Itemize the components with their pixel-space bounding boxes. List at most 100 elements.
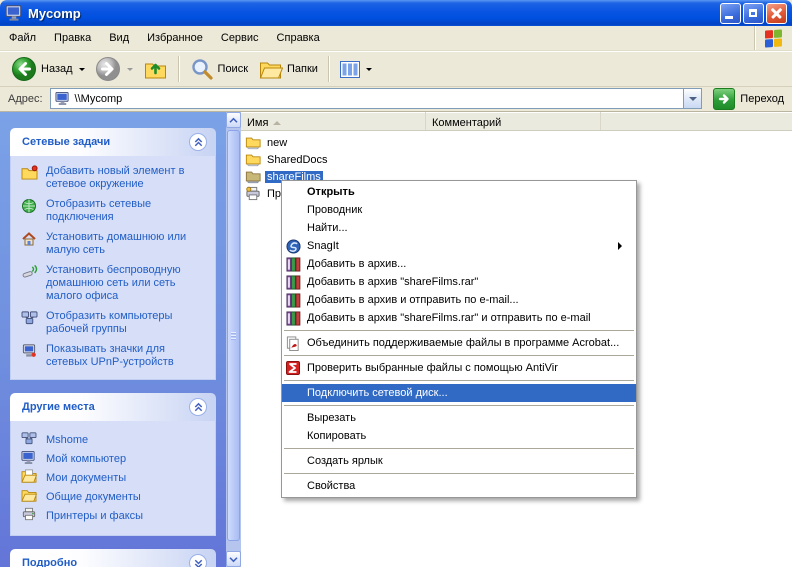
address-input[interactable]: \\Mycomp	[50, 88, 703, 109]
menu-edit[interactable]: Правка	[45, 28, 100, 48]
folders-button[interactable]: Папки	[253, 55, 323, 83]
task-view-workgroup-computers[interactable]: Отобразить компьютеры рабочей группы	[21, 310, 209, 336]
back-dropdown-icon[interactable]	[79, 68, 85, 71]
task-setup-home-network[interactable]: Установить домашнюю или малую сеть	[21, 231, 209, 257]
workgroup-icon	[21, 431, 37, 445]
context-menu-item-add-to-archive-named[interactable]: Добавить в архив "shareFilms.rar"	[282, 273, 636, 291]
context-menu-item-add-to-archive[interactable]: Добавить в архив...	[282, 255, 636, 273]
views-button[interactable]	[335, 59, 377, 80]
views-dropdown-icon[interactable]	[366, 68, 372, 71]
scroll-down-icon	[229, 556, 238, 563]
file-row-new[interactable]: new	[241, 134, 792, 151]
context-menu-item-snagit[interactable]: SnagIt	[282, 237, 636, 255]
scrollbar-thumb[interactable]	[227, 130, 240, 541]
details-header[interactable]: Подробно	[10, 549, 216, 567]
shared-folder-icon	[245, 152, 261, 167]
folders-icon	[258, 57, 283, 81]
scroll-down-button[interactable]	[226, 551, 241, 567]
list-header: Имя Комментарий	[241, 112, 792, 131]
context-menu-item-cut[interactable]: Вырезать	[282, 409, 636, 427]
add-network-place-icon	[21, 165, 38, 180]
close-button[interactable]	[766, 3, 787, 24]
sidebar-scrollbar[interactable]	[226, 112, 241, 567]
context-menu-item-open[interactable]: Открыть	[282, 183, 636, 201]
menu-separator	[284, 355, 634, 356]
back-label: Назад	[41, 63, 73, 75]
task-label: Отобразить компьютеры рабочей группы	[46, 310, 209, 336]
context-menu-item-acrobat-combine[interactable]: Объединить поддерживаемые файлы в програ…	[282, 334, 636, 352]
search-button[interactable]: Поиск	[185, 55, 253, 83]
winrar-icon	[286, 275, 301, 290]
windows-logo	[754, 26, 792, 50]
address-value: \\Mycomp	[75, 93, 679, 105]
place-shared-documents[interactable]: Общие документы	[21, 487, 209, 506]
other-places-panel: Другие места Mshome Мой компьютер	[10, 393, 216, 536]
antivir-icon	[286, 361, 300, 375]
context-menu-item-explorer[interactable]: Проводник	[282, 201, 636, 219]
menu-favorites[interactable]: Избранное	[138, 28, 212, 48]
place-printers-faxes[interactable]: Принтеры и факсы	[21, 506, 209, 525]
menu-separator	[284, 380, 634, 381]
place-my-documents[interactable]: Мои документы	[21, 468, 209, 487]
go-arrow-icon	[713, 88, 735, 110]
menu-file[interactable]: Файл	[0, 28, 45, 48]
context-menu-item-create-shortcut[interactable]: Создать ярлык	[282, 452, 636, 470]
wireless-network-icon	[21, 264, 38, 279]
scrollbar-grip	[231, 332, 236, 340]
task-add-network-place[interactable]: Добавить новый элемент в сетевое окружен…	[21, 165, 209, 191]
restore-button[interactable]	[743, 3, 764, 24]
task-network-connections[interactable]: Отобразить сетевые подключения	[21, 198, 209, 224]
task-pane: Сетевые задачи Добавить новый элемент в …	[0, 112, 226, 567]
back-button[interactable]: Назад	[6, 54, 90, 84]
task-show-upnp-icons[interactable]: Показывать значки для сетевых UPnP-устро…	[21, 343, 209, 369]
address-label: Адрес:	[8, 93, 43, 105]
file-row-shareddocs[interactable]: SharedDocs	[241, 151, 792, 168]
collapse-button[interactable]	[189, 398, 207, 416]
menu-tools[interactable]: Сервис	[212, 28, 268, 48]
address-dropdown-button[interactable]	[683, 89, 701, 108]
expand-button[interactable]	[189, 554, 207, 567]
context-menu-item-properties[interactable]: Свойства	[282, 477, 636, 495]
menu-help[interactable]: Справка	[268, 28, 329, 48]
printers-icon	[245, 186, 261, 201]
context-menu-item-search[interactable]: Найти...	[282, 219, 636, 237]
column-header-comment[interactable]: Комментарий	[426, 112, 601, 130]
menu-separator	[284, 473, 634, 474]
minimize-button[interactable]	[720, 3, 741, 24]
address-bar: Адрес: \\Mycomp Переход	[0, 88, 792, 112]
menu-separator	[284, 448, 634, 449]
snagit-icon	[286, 239, 301, 254]
go-button[interactable]: Переход	[709, 88, 788, 110]
up-button[interactable]	[138, 55, 173, 83]
panel-title: Сетевые задачи	[22, 136, 189, 148]
collapse-button[interactable]	[189, 133, 207, 151]
menu-view[interactable]: Вид	[100, 28, 138, 48]
context-menu-item-archive-named-email[interactable]: Добавить в архив "shareFilms.rar" и отпр…	[282, 309, 636, 327]
task-setup-wireless-network[interactable]: Установить беспроводную домашнюю сеть ил…	[21, 264, 209, 303]
shared-folder-icon	[245, 169, 261, 184]
place-my-computer[interactable]: Мой компьютер	[21, 449, 209, 468]
task-label: Установить домашнюю или малую сеть	[46, 231, 209, 257]
context-menu-item-map-network-drive[interactable]: Подключить сетевой диск...	[282, 384, 636, 402]
forward-button[interactable]	[90, 54, 138, 84]
other-places-header[interactable]: Другие места	[10, 393, 216, 421]
task-label: Добавить новый элемент в сетевое окружен…	[46, 165, 209, 191]
folders-label: Папки	[287, 63, 318, 75]
scroll-up-button[interactable]	[226, 112, 241, 128]
go-label: Переход	[740, 93, 784, 105]
scroll-up-icon	[229, 117, 238, 124]
context-menu-item-archive-email[interactable]: Добавить в архив и отправить по e-mail..…	[282, 291, 636, 309]
context-menu-item-antivir-scan[interactable]: Проверить выбранные файлы с помощью Anti…	[282, 359, 636, 377]
toolbar-separator	[178, 56, 180, 82]
column-header-name[interactable]: Имя	[241, 112, 426, 130]
context-menu-item-copy[interactable]: Копировать	[282, 427, 636, 445]
upnp-devices-icon	[21, 343, 37, 358]
shared-documents-icon	[21, 488, 37, 502]
place-mshome[interactable]: Mshome	[21, 430, 209, 449]
folder-up-icon	[143, 57, 168, 81]
network-tasks-header[interactable]: Сетевые задачи	[10, 128, 216, 156]
winrar-icon	[286, 311, 301, 326]
winrar-icon	[286, 257, 301, 272]
place-label: Мой компьютер	[46, 453, 126, 465]
place-label: Мои документы	[46, 472, 126, 484]
